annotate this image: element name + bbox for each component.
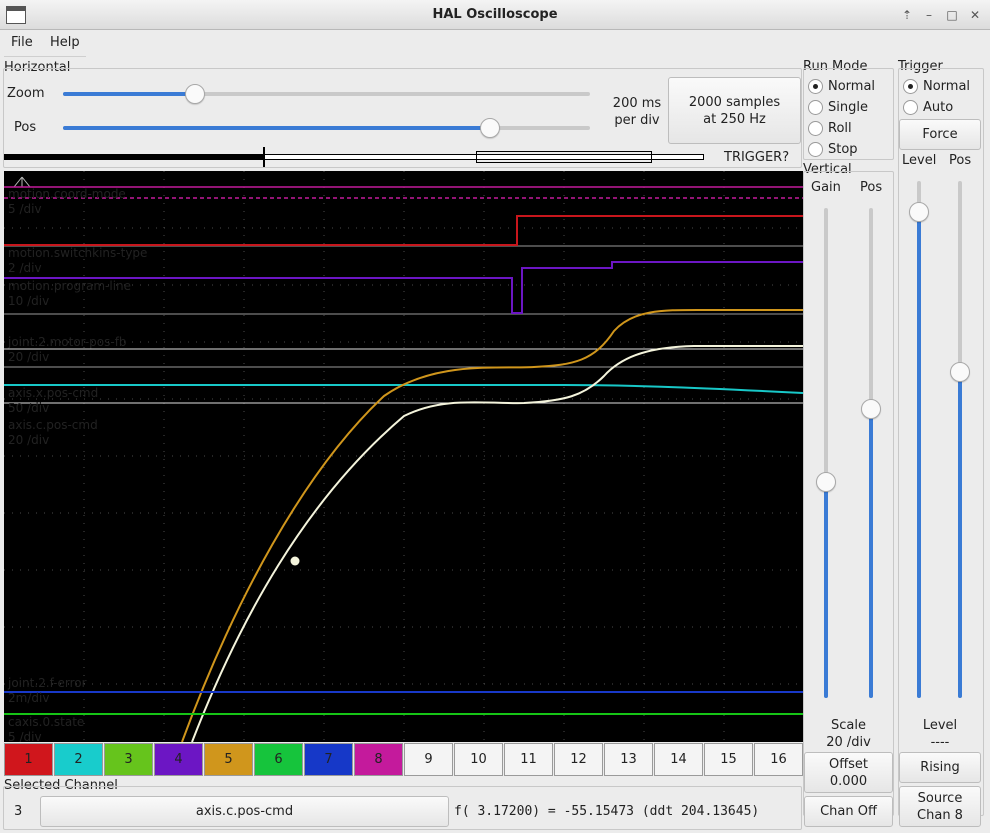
channel-button-9[interactable]: 9 (404, 743, 453, 776)
radio-normal-icon[interactable] (808, 79, 823, 94)
pos-slider-knob[interactable] (480, 118, 500, 138)
trace-label-x-pos-cmd: axis.x.pos-cmd 50 /div (8, 386, 99, 415)
trace-label-f-error: joint.2.f-error 2m/div (8, 676, 87, 705)
channel-button-3[interactable]: 3 (104, 743, 153, 776)
trigger-level-slider[interactable] (909, 181, 929, 698)
radio-trigger-auto-icon[interactable] (903, 100, 918, 115)
gain-slider-knob[interactable] (816, 472, 836, 492)
trace-motor-pos-fb (181, 308, 803, 742)
channel-button-10[interactable]: 10 (454, 743, 503, 776)
maximize-icon[interactable]: □ (943, 6, 961, 24)
signal-select-button[interactable]: axis.c.pos-cmd (40, 796, 449, 827)
menu-help[interactable]: Help (50, 35, 80, 50)
channel-button-8[interactable]: 8 (354, 743, 403, 776)
channel-button-1[interactable]: 1 (4, 743, 53, 776)
radio-trigger-normal-icon[interactable] (903, 79, 918, 94)
close-icon[interactable]: ✕ (966, 6, 984, 24)
channel-button-14[interactable]: 14 (654, 743, 703, 776)
cursor-point (290, 556, 300, 566)
menu-file[interactable]: File (11, 35, 33, 50)
channel-button-15[interactable]: 15 (704, 743, 753, 776)
pos-slider[interactable] (63, 118, 590, 138)
zoom-label: Zoom (7, 86, 45, 101)
scope-display[interactable]: motion.coord-mode 5 /div motion.switchkin… (4, 171, 803, 742)
channel-button-11[interactable]: 11 (504, 743, 553, 776)
vpos-slider-knob[interactable] (861, 399, 881, 419)
trigger-group (898, 68, 984, 816)
gain-label: Gain (811, 180, 841, 195)
trace-label-switchkins-type: motion.switchkins-type 2 /div (8, 246, 148, 275)
menu-bar: File Help (0, 30, 990, 58)
zoom-slider[interactable] (63, 84, 590, 104)
gain-slider[interactable] (816, 208, 836, 698)
pos-label: Pos (14, 120, 37, 135)
trace-label-coord-mode: motion.coord-mode 5 /div (8, 187, 126, 216)
title-bar: HAL Oscilloscope ⇡ – □ ✕ (0, 0, 990, 30)
channel-button-16[interactable]: 16 (754, 743, 803, 776)
channel-button-5[interactable]: 5 (204, 743, 253, 776)
channel-button-13[interactable]: 13 (604, 743, 653, 776)
channel-button-2[interactable]: 2 (54, 743, 103, 776)
shade-icon[interactable]: ⇡ (898, 6, 916, 24)
channel-button-6[interactable]: 6 (254, 743, 303, 776)
trace-label-motor-pos-fb: joint.2.motor-pos-fb 20 /div (8, 335, 127, 364)
zoom-slider-knob[interactable] (185, 84, 205, 104)
trigger-status: TRIGGER? (724, 150, 790, 165)
trigger-level-readout: Level ---- (922, 718, 958, 750)
trace-x-pos-cmd (4, 384, 803, 394)
trigger-level-label: Level (902, 153, 937, 168)
selected-channel-number: 3 (14, 804, 23, 819)
trigger-pos-label: Pos (949, 153, 972, 168)
trace-label-c-pos-cmd: axis.c.pos-cmd 20 /div (8, 418, 98, 447)
trace-label-program-line: motion.program-line 10 /div (8, 279, 132, 308)
trace-switchkins-type (4, 215, 803, 246)
radio-roll-icon[interactable] (808, 121, 823, 136)
scale-readout: Scale 20 /div (826, 718, 871, 750)
channel-button-12[interactable]: 12 (554, 743, 603, 776)
radio-single-icon[interactable] (808, 100, 823, 115)
trigger-level-knob[interactable] (909, 202, 929, 222)
trigger-edge-button[interactable]: Rising (899, 752, 981, 783)
force-button[interactable]: Force (899, 119, 981, 150)
window-title: HAL Oscilloscope (432, 7, 558, 22)
trigger-marker-icon (13, 176, 31, 188)
channel-button-7[interactable]: 7 (304, 743, 353, 776)
cursor-readout: f( 3.17200) = -55.15473 (ddt 204.13645) (454, 804, 760, 819)
channel-button-4[interactable]: 4 (154, 743, 203, 776)
trigger-pos-knob[interactable] (950, 362, 970, 382)
trigger-source-button[interactable]: Source Chan 8 (899, 786, 981, 827)
time-per-div: 200 ms per div (612, 96, 662, 128)
vpos-label: Pos (860, 180, 883, 195)
samples-button[interactable]: 2000 samples at 250 Hz (668, 77, 801, 144)
trace-c-pos-cmd (191, 345, 803, 742)
minimize-icon[interactable]: – (920, 6, 938, 24)
vpos-slider[interactable] (861, 208, 881, 698)
trace-label-caxis-state: caxis.0.state 5 /div (8, 715, 85, 742)
radio-stop-icon[interactable] (808, 142, 823, 157)
record-position-bar[interactable] (4, 147, 704, 167)
chan-off-button[interactable]: Chan Off (804, 796, 893, 827)
trigger-pos-slider[interactable] (950, 181, 970, 698)
offset-button[interactable]: Offset 0.000 (804, 752, 893, 793)
